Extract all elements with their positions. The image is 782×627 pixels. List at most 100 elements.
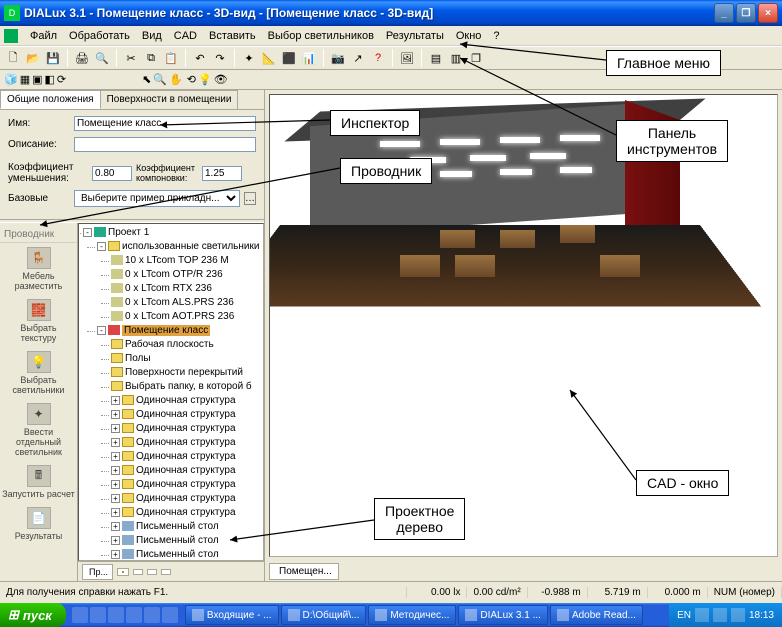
taskbar-task[interactable]: Входящие - ...	[185, 605, 279, 625]
view-top-icon[interactable]: ▦	[20, 73, 30, 86]
paste-icon[interactable]: 📋	[162, 49, 180, 67]
eye-icon[interactable]: 👁	[214, 73, 228, 86]
ql-icon[interactable]	[90, 607, 106, 623]
menu-window[interactable]: Окно	[450, 28, 488, 44]
wizard-icon[interactable]: ✦	[240, 49, 258, 67]
light-icon[interactable]: 💡	[198, 73, 212, 86]
tree-item[interactable]: Письменный стол	[136, 535, 219, 546]
minimize-button[interactable]: _	[714, 3, 734, 23]
tree-item[interactable]: Одиночная структура	[136, 409, 236, 420]
lang-indicator[interactable]: EN	[677, 610, 691, 621]
preview-icon[interactable]: 🔍	[93, 49, 111, 67]
ql-icon[interactable]	[144, 607, 160, 623]
new-icon[interactable]: 🗋	[4, 49, 22, 67]
menu-edit[interactable]: Обработать	[63, 28, 136, 44]
browse-button[interactable]: …	[244, 192, 256, 205]
tree-item[interactable]: Поверхности перекрытий	[125, 367, 243, 378]
calc-icon[interactable]: 📐	[260, 49, 278, 67]
tree-item[interactable]: Полы	[125, 353, 151, 364]
help-icon[interactable]: ?	[369, 49, 387, 67]
tree-item[interactable]: Одиночная структура	[136, 479, 236, 490]
tree-toggle[interactable]: -	[97, 326, 106, 335]
ql-icon[interactable]	[108, 607, 124, 623]
coef2-field[interactable]	[202, 166, 242, 181]
tree-toggle[interactable]: +	[111, 438, 120, 447]
coef1-field[interactable]	[92, 166, 132, 181]
taskbar-task[interactable]: Методичес...	[368, 605, 456, 625]
action-select-texture[interactable]: 🧱Выбрать текстуру	[0, 295, 77, 347]
tree-item[interactable]: Одиночная структура	[136, 507, 236, 518]
tree-item[interactable]: 0 x LTcom OTP/R 236	[125, 269, 223, 280]
redo-icon[interactable]: ↷	[211, 49, 229, 67]
tree-toggle[interactable]: +	[111, 396, 120, 405]
ql-icon[interactable]	[126, 607, 142, 623]
tile-h-icon[interactable]: ▤	[427, 49, 445, 67]
description-field[interactable]	[74, 137, 256, 152]
tree-item[interactable]: 0 x LTcom AOT.PRS 236	[125, 311, 234, 322]
tree-toggle[interactable]: +	[111, 452, 120, 461]
taskbar-task[interactable]: Adobe Read...	[550, 605, 643, 625]
ql-icon[interactable]	[72, 607, 88, 623]
tree-tab-4[interactable]	[147, 569, 157, 575]
tree-item[interactable]: Одиночная структура	[136, 395, 236, 406]
gallery-icon[interactable]: 🖼	[398, 49, 416, 67]
cascade-icon[interactable]: ❐	[467, 49, 485, 67]
menu-results[interactable]: Результаты	[380, 28, 450, 44]
results-icon[interactable]: 📊	[300, 49, 318, 67]
zoom-icon[interactable]: 🔍	[153, 73, 167, 86]
menu-view[interactable]: Вид	[136, 28, 168, 44]
tree-toggle[interactable]: +	[111, 424, 120, 433]
print-icon[interactable]: 🖨	[73, 49, 91, 67]
tree-toggle[interactable]: +	[111, 466, 120, 475]
camera-icon[interactable]: 📷	[329, 49, 347, 67]
undo-icon[interactable]: ↶	[191, 49, 209, 67]
tree-toggle[interactable]: +	[111, 410, 120, 419]
start-button[interactable]: ⊞пуск	[0, 603, 66, 627]
cut-icon[interactable]: ✂	[122, 49, 140, 67]
project-tree[interactable]: -Проект 1 -использованные светильники 10…	[78, 223, 264, 561]
render-icon[interactable]: ⬛	[280, 49, 298, 67]
tree-tab-2[interactable]	[117, 568, 129, 576]
tab-general[interactable]: Общие положения	[0, 90, 101, 109]
action-place-furniture[interactable]: 🪑Мебель разместить	[0, 243, 77, 295]
open-icon[interactable]: 📂	[24, 49, 42, 67]
taskbar-task[interactable]: D:\Общий\...	[281, 605, 367, 625]
action-insert-single-luminaire[interactable]: ✦Ввести отдельный светильник	[0, 399, 77, 461]
tree-item[interactable]: 0 x LTcom RTX 236	[125, 283, 212, 294]
cad-tab-room[interactable]: Помещен...	[269, 563, 339, 580]
tab-surfaces[interactable]: Поверхности в помещении	[100, 90, 239, 109]
ql-icon[interactable]	[162, 607, 178, 623]
tree-tab-project[interactable]: Пр...	[82, 564, 113, 580]
tree-item[interactable]: Одиночная структура	[136, 451, 236, 462]
tree-toggle[interactable]: +	[111, 550, 120, 559]
tree-toggle[interactable]: +	[111, 522, 120, 531]
clock[interactable]: 18:13	[749, 610, 774, 621]
tree-tab-3[interactable]	[133, 569, 143, 575]
name-field[interactable]	[74, 116, 256, 131]
tree-room-selected[interactable]: Помещение класс	[122, 325, 210, 336]
tray-icon[interactable]	[695, 608, 709, 622]
tree-item[interactable]: Одиночная структура	[136, 493, 236, 504]
shade-icon[interactable]: ◧	[45, 73, 55, 86]
action-select-luminaires[interactable]: 💡Выбрать светильники	[0, 347, 77, 399]
tree-item[interactable]: Письменный стол	[136, 521, 219, 532]
menu-luminaires[interactable]: Выбор светильников	[262, 28, 380, 44]
tree-tab-5[interactable]	[161, 569, 171, 575]
rotate-icon[interactable]: ⟲	[187, 73, 196, 86]
menu-file[interactable]: Файл	[24, 28, 63, 44]
tree-item[interactable]: Рабочая плоскость	[125, 339, 214, 350]
tree-toggle[interactable]: -	[97, 242, 106, 251]
tree-toggle[interactable]: +	[111, 494, 120, 503]
tree-toggle[interactable]: +	[111, 508, 120, 517]
view3d-icon[interactable]: 🧊	[4, 73, 18, 86]
select-icon[interactable]: ⬉	[142, 73, 151, 86]
system-menu-icon[interactable]	[4, 29, 18, 43]
tree-toggle[interactable]: -	[83, 228, 92, 237]
tray-icon[interactable]	[713, 608, 727, 622]
tree-item[interactable]: Одиночная структура	[136, 465, 236, 476]
tree-project[interactable]: Проект 1	[108, 227, 149, 238]
maximize-button[interactable]: ❐	[736, 3, 756, 23]
tree-item[interactable]: 0 x LTcom ALS.PRS 236	[125, 297, 234, 308]
export-icon[interactable]: ↗	[349, 49, 367, 67]
tree-item[interactable]: Письменный стол	[136, 549, 219, 560]
